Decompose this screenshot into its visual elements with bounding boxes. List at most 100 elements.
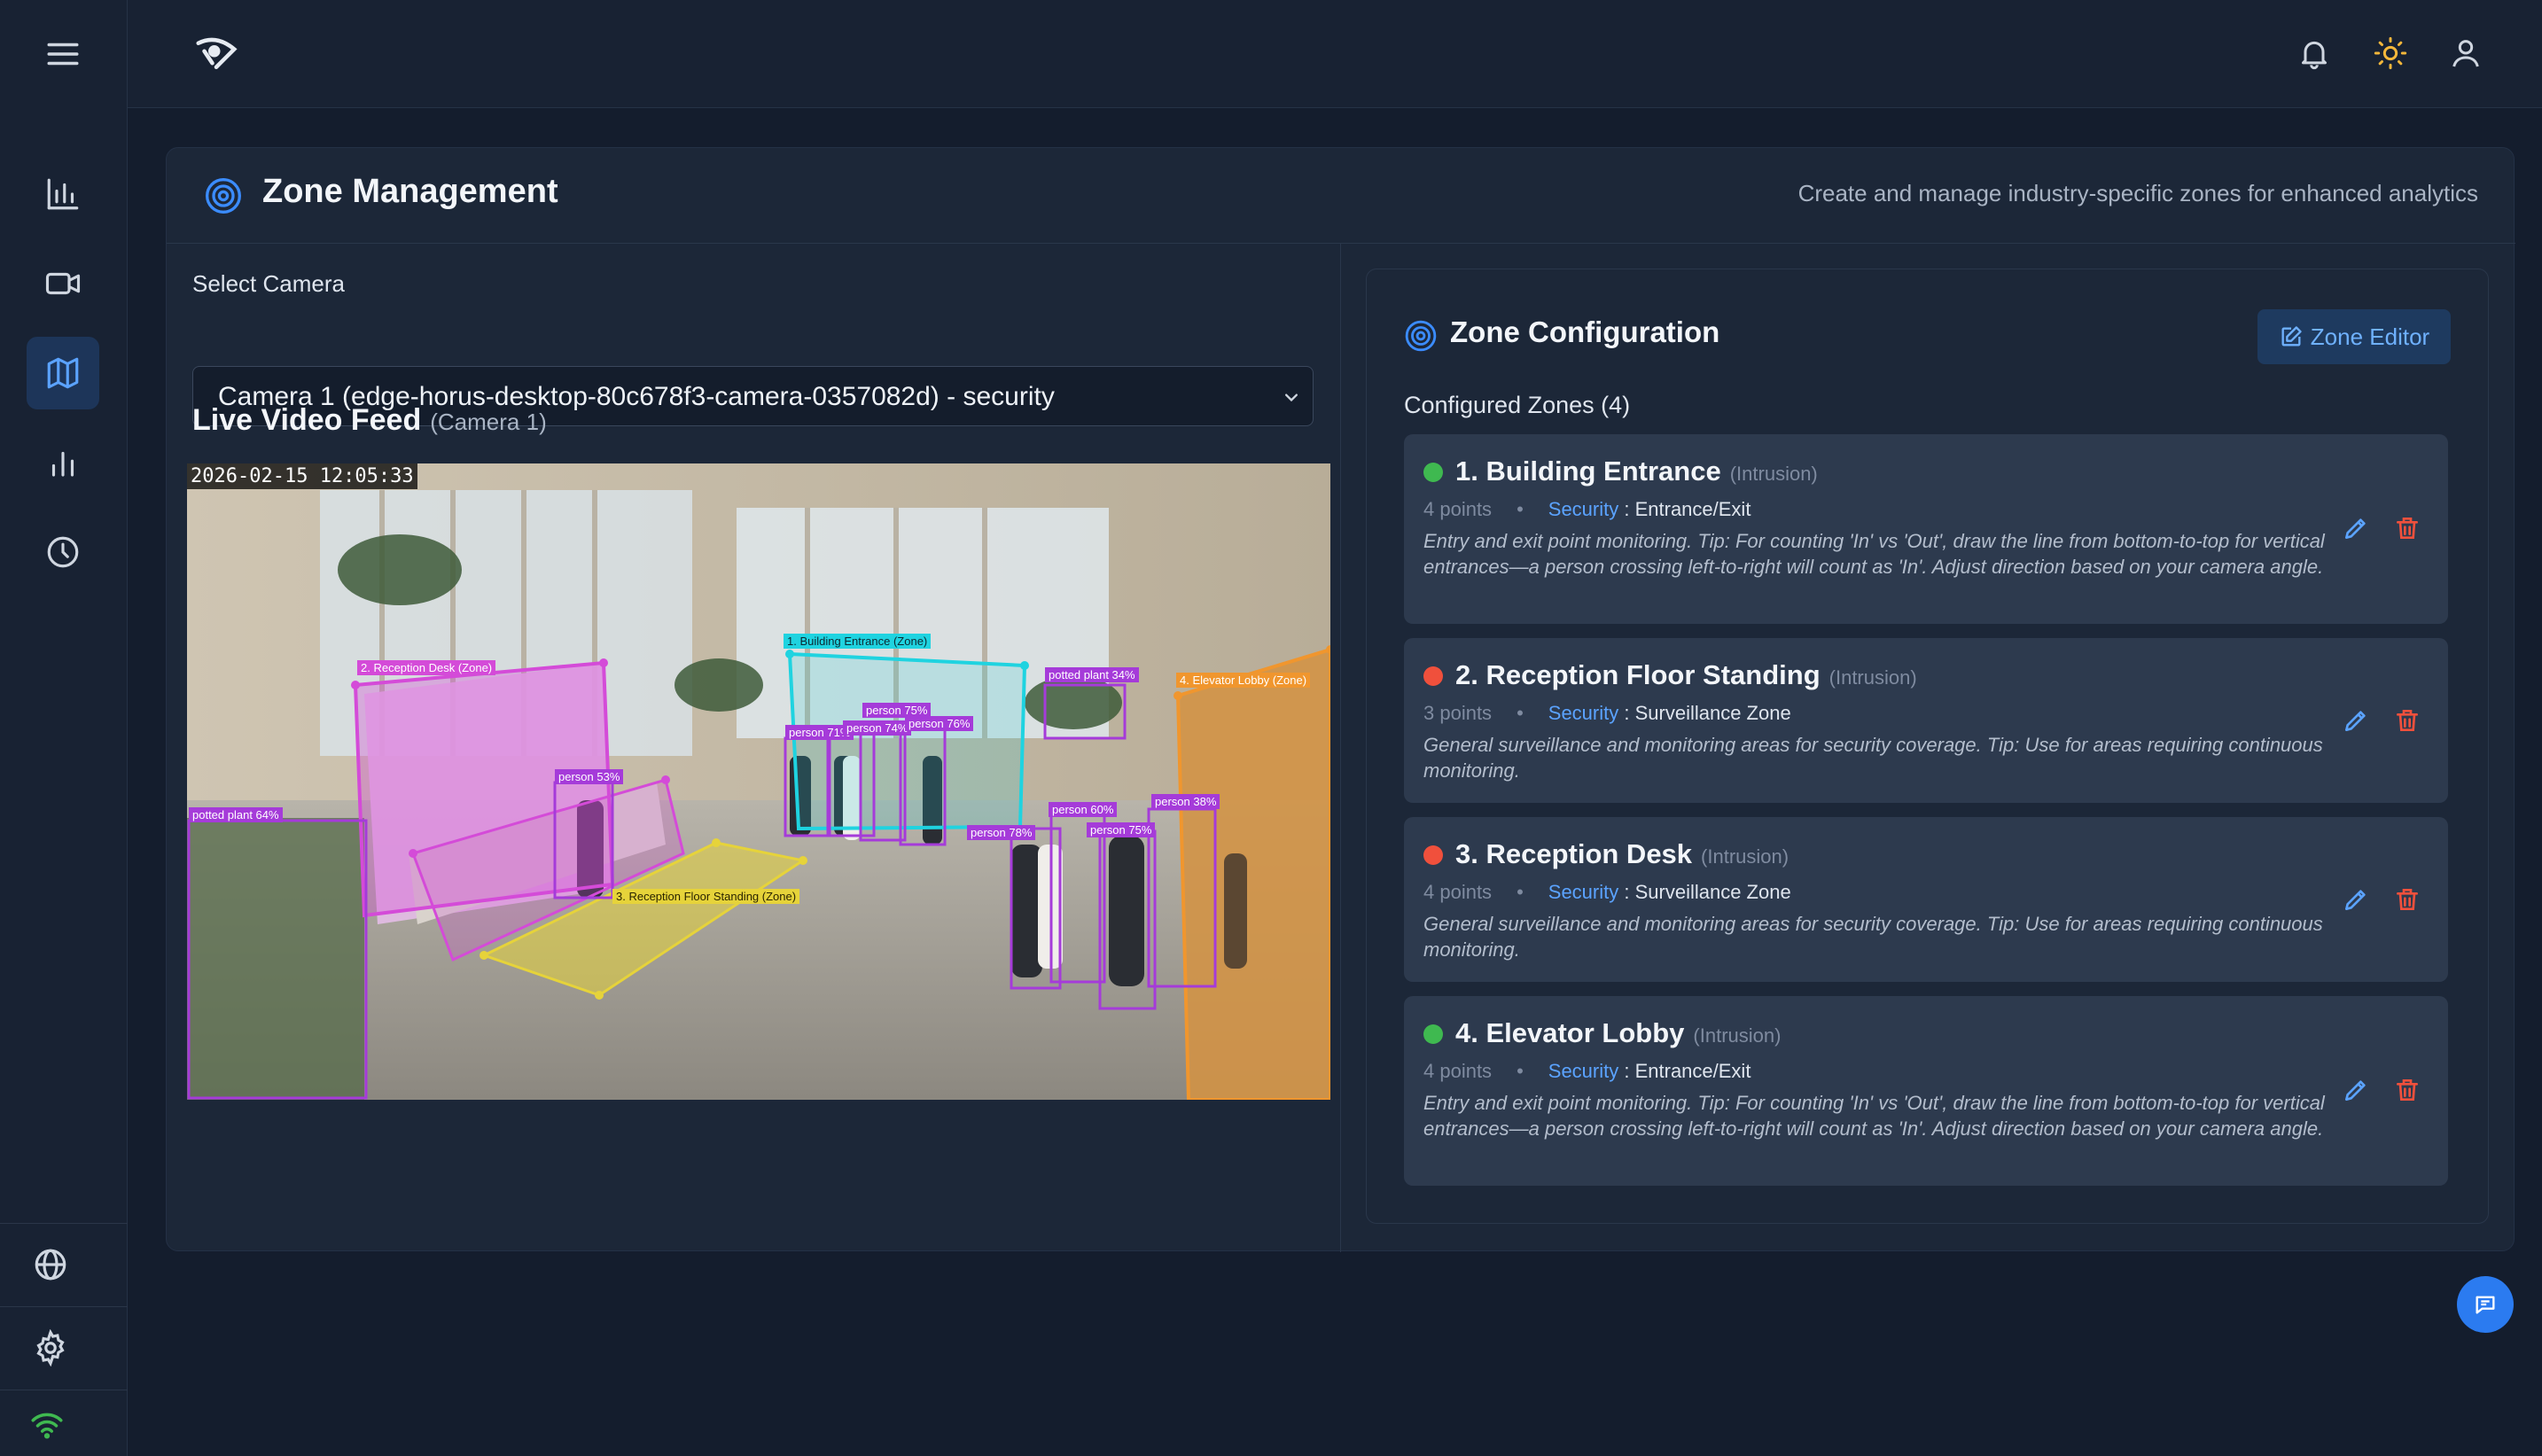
logo[interactable] — [190, 27, 243, 80]
menu-button[interactable] — [27, 18, 99, 90]
trash-icon — [2397, 1079, 2418, 1101]
zone-points: 4 points — [1423, 1060, 1493, 1082]
zone-name: 3. Reception Desk (Intrusion) — [1455, 838, 1789, 870]
video-timestamp: 2026-02-15 12:05:33 — [187, 463, 417, 489]
zone-status-dot — [1423, 1024, 1443, 1044]
card-header: Zone Management Create and manage indust… — [167, 148, 2515, 244]
sun-icon — [2374, 36, 2407, 70]
delete-zone-button[interactable] — [2393, 1076, 2421, 1104]
meta-separator: • — [1517, 1060, 1524, 1082]
sidebar-divider — [0, 1223, 128, 1224]
page-title: Zone Management — [262, 173, 558, 210]
zone-status-dot — [1423, 463, 1443, 482]
video-feed-camera: (Camera 1) — [430, 409, 547, 435]
notifications-button[interactable] — [2293, 32, 2335, 74]
zone-name-text: 2. Reception Floor Standing — [1455, 659, 1821, 690]
pencil-icon — [2345, 1080, 2366, 1101]
meta-separator: • — [1517, 881, 1524, 903]
chevron-down-icon — [1285, 393, 1298, 402]
delete-zone-button[interactable] — [2393, 514, 2421, 542]
zone-industry: Security — [1548, 498, 1619, 520]
zone-meta: 4 points • Security : Surveillance Zone — [1423, 881, 1791, 903]
user-button[interactable] — [2445, 32, 2487, 74]
edit-zone-button[interactable] — [2342, 1076, 2370, 1104]
meta-separator: • — [1517, 498, 1524, 520]
bar-chart-icon — [47, 178, 79, 210]
zone-config-title: Zone Configuration — [1450, 315, 1720, 348]
zone-label-reception-floor: 3. Reception Floor Standing (Zone) — [612, 889, 800, 904]
language-button[interactable] — [14, 1228, 87, 1301]
theme-toggle[interactable] — [2369, 32, 2412, 74]
zone-points: 4 points — [1423, 881, 1493, 903]
zone-category: Surveillance Zone — [1634, 881, 1791, 903]
clock-icon — [47, 536, 79, 568]
video-scene — [187, 463, 1330, 1100]
detection-label: potted plant 64% — [189, 807, 283, 822]
zone-label-building-entrance: 1. Building Entrance (Zone) — [784, 634, 932, 649]
zone-category: Entrance/Exit — [1634, 498, 1751, 520]
zone-label-elevator-lobby: 4. Elevator Lobby (Zone) — [1176, 673, 1311, 688]
zone-configuration-panel: Zone Configuration Zone Editor Configure… — [1366, 269, 2489, 1224]
nav-cameras[interactable] — [27, 247, 99, 320]
nav-history[interactable] — [27, 516, 99, 588]
settings-button[interactable] — [14, 1312, 87, 1384]
sidebar-divider — [0, 1306, 128, 1307]
zone-description: General surveillance and monitoring area… — [1423, 913, 2323, 961]
zone-points: 3 points — [1423, 702, 1493, 724]
pencil-icon — [2345, 890, 2366, 910]
zone-description: General surveillance and monitoring area… — [1423, 734, 2323, 782]
page-subtitle: Create and manage industry-specific zone… — [1797, 180, 2478, 206]
zone-editor-button[interactable]: Zone Editor — [2257, 309, 2451, 364]
zone-description: Entry and exit point monitoring. Tip: Fo… — [1423, 1092, 2325, 1140]
target-icon — [1405, 320, 1437, 352]
delete-zone-button[interactable] — [2393, 706, 2421, 735]
zone-description: Entry and exit point monitoring. Tip: Fo… — [1423, 530, 2325, 578]
detection-label: person 53% — [555, 769, 624, 784]
zone-industry: Security — [1548, 702, 1619, 724]
video-feed-title: Live Video Feed (Camera 1) — [192, 403, 547, 438]
edit-zone-button[interactable] — [2342, 885, 2370, 914]
zone-status-dot — [1423, 845, 1443, 865]
zone-name-text: 4. Elevator Lobby — [1455, 1017, 1685, 1048]
chat-icon — [2476, 1296, 2495, 1314]
zone-card[interactable]: 1. Building Entrance (Intrusion) 4 points… — [1404, 434, 2448, 624]
zone-card[interactable]: 4. Elevator Lobby (Intrusion) 4 points • Se… — [1404, 996, 2448, 1186]
video-feed-heading: Live Video Feed — [192, 403, 422, 437]
zone-meta: 4 points • Security : Entrance/Exit — [1423, 1060, 1751, 1082]
edit-zone-button[interactable] — [2342, 706, 2370, 735]
edit-square-icon — [2281, 326, 2302, 346]
nav-zones[interactable] — [27, 337, 99, 409]
connection-status — [11, 1398, 83, 1452]
bell-icon — [2302, 41, 2327, 70]
nav-stats[interactable] — [27, 426, 99, 499]
nav-analytics[interactable] — [27, 158, 99, 230]
zone-meta: 4 points • Security : Entrance/Exit — [1423, 498, 1751, 520]
zone-card[interactable]: 3. Reception Desk (Intrusion) 4 points • Se… — [1404, 817, 2448, 982]
trash-icon — [2397, 710, 2418, 731]
map-icon — [47, 357, 79, 389]
stats-icon — [51, 451, 74, 477]
topbar — [128, 0, 2542, 108]
meta-separator: • — [1517, 702, 1524, 724]
detection-label: person 75% — [1087, 822, 1156, 837]
video-camera-icon — [45, 272, 81, 295]
zone-status-dot — [1423, 666, 1443, 686]
chat-button[interactable] — [2457, 1276, 2514, 1333]
configured-zones-count: Configured Zones (4) — [1404, 392, 1631, 418]
zone-type: (Intrusion) — [1729, 463, 1818, 485]
zone-name: 4. Elevator Lobby (Intrusion) — [1455, 1017, 1781, 1049]
target-icon — [206, 178, 241, 214]
zone-name: 1. Building Entrance (Intrusion) — [1455, 455, 1818, 487]
zone-meta: 3 points • Security : Surveillance Zone — [1423, 702, 1791, 724]
detection-label: person 78% — [967, 825, 1036, 840]
live-video-feed[interactable]: 2026-02-15 12:05:33 1. Building Entrance… — [187, 463, 1330, 1100]
delete-zone-button[interactable] — [2393, 885, 2421, 914]
detection-label: person 76% — [905, 716, 974, 731]
eye-logo-icon — [196, 37, 238, 69]
zone-card[interactable]: 2. Reception Floor Standing (Intrusion) 3… — [1404, 638, 2448, 803]
zone-type: (Intrusion) — [1693, 1024, 1782, 1047]
zone-editor-label: Zone Editor — [2310, 323, 2430, 350]
trash-icon — [2397, 518, 2418, 539]
zone-industry: Security — [1548, 881, 1619, 903]
edit-zone-button[interactable] — [2342, 514, 2370, 542]
